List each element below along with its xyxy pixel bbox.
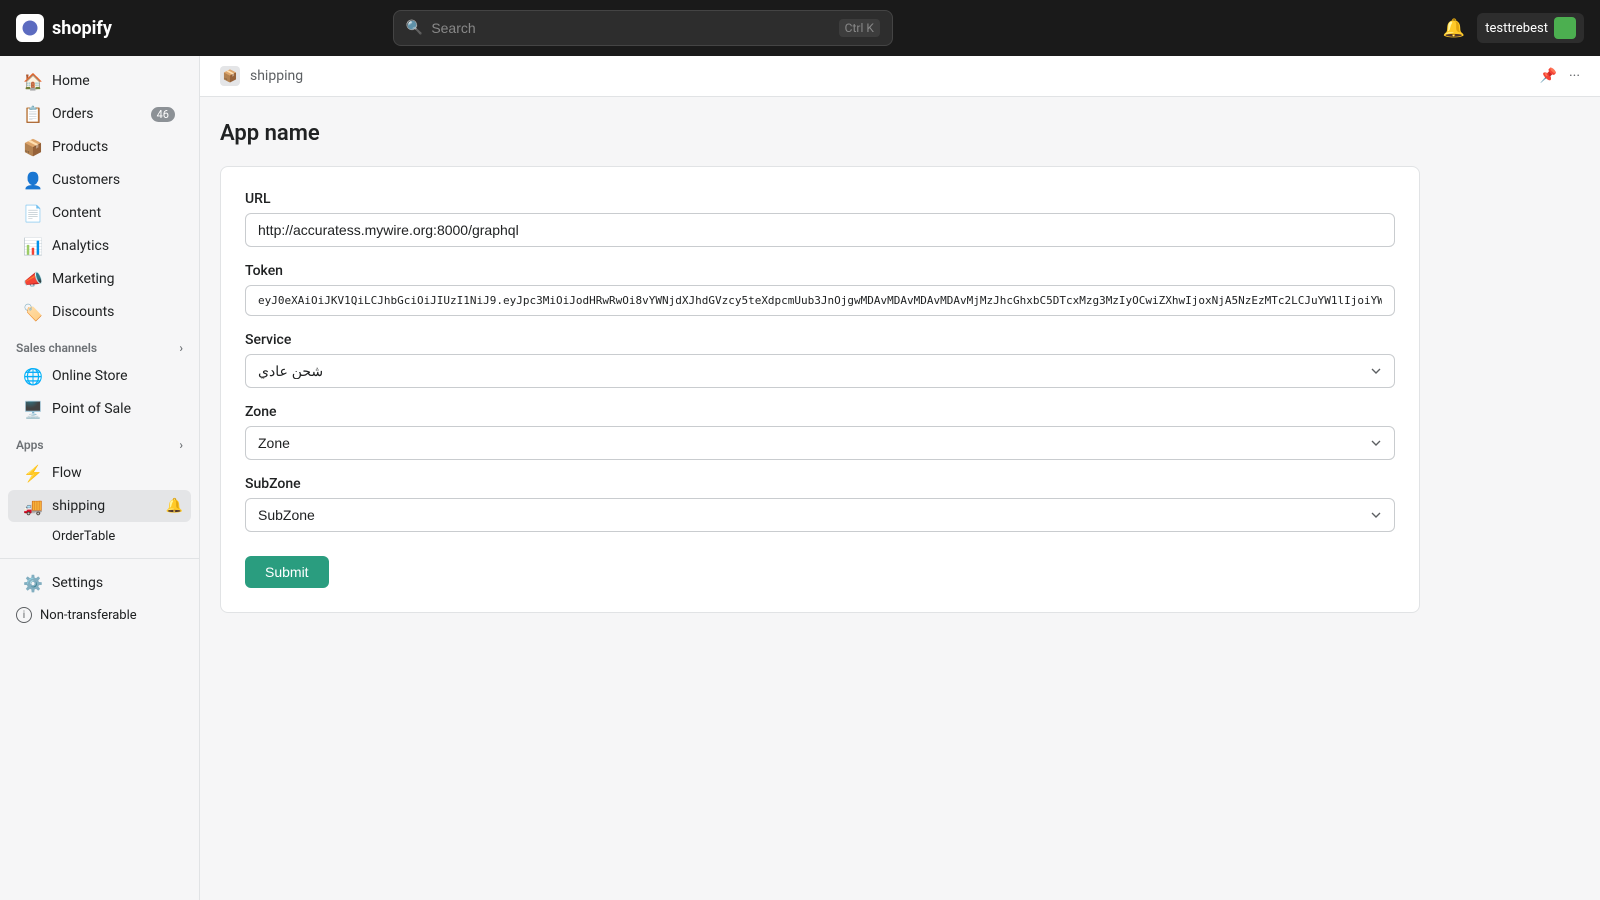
shipping-bell-icon[interactable]: 🔔 bbox=[166, 498, 183, 514]
service-group: Service شحن عادي bbox=[245, 332, 1395, 388]
sidebar-item-label: Flow bbox=[52, 465, 82, 481]
products-icon: 📦 bbox=[24, 138, 42, 156]
form-card: URL Token Service شحن عادي Zone Zo bbox=[220, 166, 1420, 613]
app-header-icon: 📦 bbox=[220, 66, 240, 86]
orders-badge: 46 bbox=[151, 107, 175, 122]
submit-button[interactable]: Submit bbox=[245, 556, 329, 588]
zone-select[interactable]: Zone bbox=[245, 426, 1395, 460]
sidebar-item-content[interactable]: 📄 Content bbox=[8, 197, 191, 229]
token-group: Token bbox=[245, 263, 1395, 316]
sidebar-item-label: Analytics bbox=[52, 238, 109, 254]
search-icon: 🔍 bbox=[406, 20, 423, 36]
sidebar-item-label: shipping bbox=[52, 498, 156, 514]
marketing-icon: 📣 bbox=[24, 270, 42, 288]
content-icon: 📄 bbox=[24, 204, 42, 222]
sidebar: 🏠 Home 📋 Orders 46 📦 Products 👤 Customer… bbox=[0, 56, 200, 900]
subzone-select[interactable]: SubZone bbox=[245, 498, 1395, 532]
zone-group: Zone Zone bbox=[245, 404, 1395, 460]
non-transferable-item: i Non-transferable bbox=[0, 600, 199, 630]
app-header: 📦 shipping 📌 ··· bbox=[200, 56, 1600, 97]
sales-channels-expand-icon[interactable]: › bbox=[179, 341, 183, 355]
app-header-pin-icon[interactable]: 📌 bbox=[1540, 68, 1557, 84]
sidebar-item-products[interactable]: 📦 Products bbox=[8, 131, 191, 163]
page-title: App name bbox=[220, 121, 1580, 146]
sidebar-item-label: Content bbox=[52, 205, 101, 221]
notifications-bell-button[interactable]: 🔔 bbox=[1443, 18, 1465, 39]
apps-expand-icon[interactable]: › bbox=[179, 438, 183, 452]
sidebar-divider bbox=[0, 558, 199, 559]
sidebar-item-home[interactable]: 🏠 Home bbox=[8, 65, 191, 97]
sidebar-item-flow[interactable]: ⚡ Flow bbox=[8, 457, 191, 489]
shipping-icon: 🚚 bbox=[24, 497, 42, 515]
token-label: Token bbox=[245, 263, 1395, 279]
discounts-icon: 🏷️ bbox=[24, 303, 42, 321]
app-header-right: 📌 ··· bbox=[1540, 68, 1580, 84]
zone-label: Zone bbox=[245, 404, 1395, 420]
apps-label: Apps bbox=[16, 438, 44, 452]
sales-channels-label: Sales channels bbox=[16, 341, 97, 355]
pos-icon: 🖥️ bbox=[24, 400, 42, 418]
url-input[interactable] bbox=[245, 213, 1395, 247]
sidebar-item-label: Products bbox=[52, 139, 108, 155]
search-input[interactable] bbox=[431, 20, 830, 36]
user-pill[interactable]: testtrebest bbox=[1477, 13, 1584, 43]
user-avatar bbox=[1554, 17, 1576, 39]
main-content: 📦 shipping 📌 ··· App name URL Token bbox=[200, 56, 1600, 900]
sidebar-item-customers[interactable]: 👤 Customers bbox=[8, 164, 191, 196]
logo-text: shopify bbox=[52, 18, 112, 39]
info-icon: i bbox=[16, 607, 32, 623]
app-header-more-icon[interactable]: ··· bbox=[1569, 68, 1580, 84]
sidebar-item-label: Online Store bbox=[52, 368, 128, 384]
app-breadcrumb: shipping bbox=[250, 68, 303, 84]
non-transferable-label: Non-transferable bbox=[40, 608, 137, 623]
sidebar-item-label: Orders bbox=[52, 106, 94, 122]
subzone-group: SubZone SubZone bbox=[245, 476, 1395, 532]
url-group: URL bbox=[245, 191, 1395, 247]
logo[interactable]: shopify bbox=[16, 14, 112, 42]
search-bar[interactable]: 🔍 Ctrl K bbox=[393, 10, 893, 46]
navbar-right: 🔔 testtrebest bbox=[1443, 13, 1584, 43]
sidebar-item-orders[interactable]: 📋 Orders 46 bbox=[8, 98, 191, 130]
service-select[interactable]: شحن عادي bbox=[245, 354, 1395, 388]
page: App name URL Token Service شحن عادي bbox=[200, 97, 1600, 637]
customers-icon: 👤 bbox=[24, 171, 42, 189]
sidebar-item-point-of-sale[interactable]: 🖥️ Point of Sale bbox=[8, 393, 191, 425]
sales-channels-section: Sales channels › bbox=[0, 329, 199, 359]
sidebar-sub-item-label: OrderTable bbox=[52, 529, 115, 544]
sidebar-item-online-store[interactable]: 🌐 Online Store bbox=[8, 360, 191, 392]
navbar: shopify 🔍 Ctrl K 🔔 testtrebest bbox=[0, 0, 1600, 56]
flow-icon: ⚡ bbox=[24, 464, 42, 482]
user-name: testtrebest bbox=[1485, 21, 1548, 36]
sidebar-item-discounts[interactable]: 🏷️ Discounts bbox=[8, 296, 191, 328]
sidebar-item-marketing[interactable]: 📣 Marketing bbox=[8, 263, 191, 295]
home-icon: 🏠 bbox=[24, 72, 42, 90]
app-header-left: 📦 shipping bbox=[220, 66, 303, 86]
logo-icon bbox=[16, 14, 44, 42]
orders-icon: 📋 bbox=[24, 105, 42, 123]
sidebar-item-settings[interactable]: ⚙️ Settings bbox=[8, 567, 191, 599]
sidebar-item-label: Customers bbox=[52, 172, 120, 188]
sidebar-item-label: Home bbox=[52, 73, 90, 89]
url-label: URL bbox=[245, 191, 1395, 207]
online-store-icon: 🌐 bbox=[24, 367, 42, 385]
sidebar-sub-item-ordertable[interactable]: OrderTable bbox=[8, 523, 191, 550]
apps-section: Apps › bbox=[0, 426, 199, 456]
layout: 🏠 Home 📋 Orders 46 📦 Products 👤 Customer… bbox=[0, 56, 1600, 900]
token-input[interactable] bbox=[245, 285, 1395, 316]
sidebar-item-label: Settings bbox=[52, 575, 103, 591]
sidebar-item-label: Marketing bbox=[52, 271, 115, 287]
sidebar-item-analytics[interactable]: 📊 Analytics bbox=[8, 230, 191, 262]
subzone-label: SubZone bbox=[245, 476, 1395, 492]
sidebar-item-shipping[interactable]: 🚚 shipping 🔔 bbox=[8, 490, 191, 522]
analytics-icon: 📊 bbox=[24, 237, 42, 255]
search-shortcut: Ctrl K bbox=[839, 19, 880, 37]
settings-icon: ⚙️ bbox=[24, 574, 42, 592]
sidebar-item-label: Discounts bbox=[52, 304, 114, 320]
sidebar-item-label: Point of Sale bbox=[52, 401, 131, 417]
service-label: Service bbox=[245, 332, 1395, 348]
